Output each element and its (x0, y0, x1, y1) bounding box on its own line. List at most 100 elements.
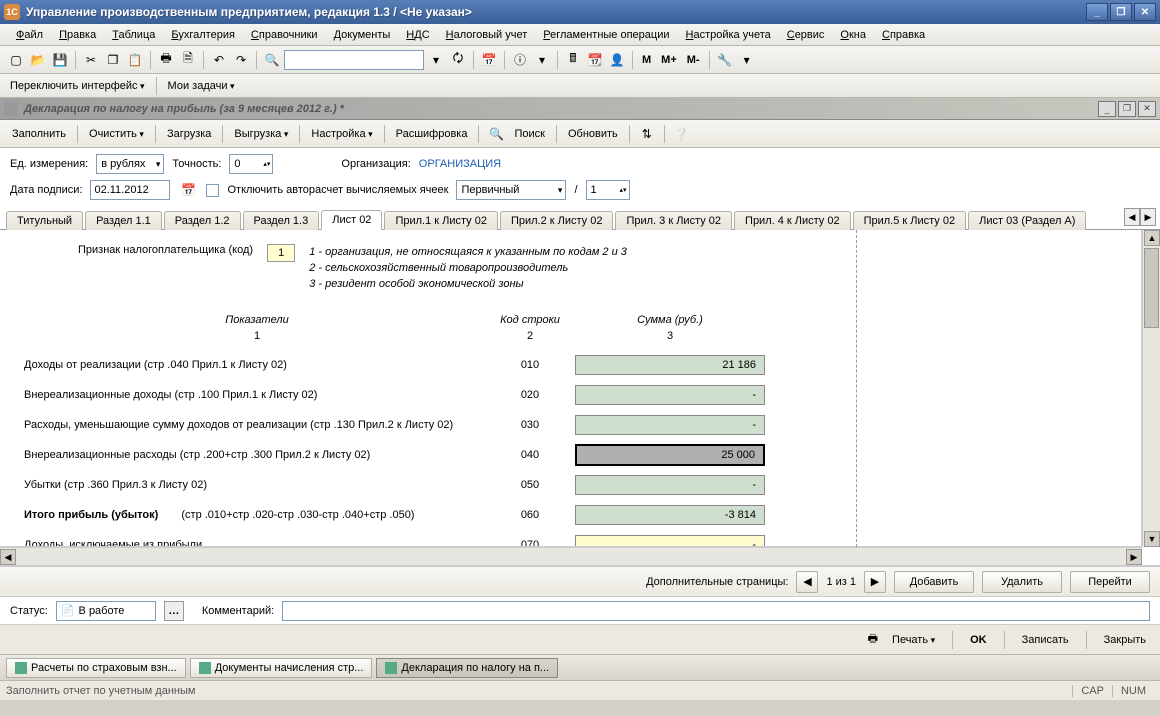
unit-select[interactable]: в рублях (96, 154, 164, 174)
refresh-icon[interactable]: 🗘 (448, 50, 468, 70)
date-icon[interactable]: 📆 (585, 50, 605, 70)
primary-select[interactable]: Первичный (456, 180, 566, 200)
correction-no-spinner[interactable]: 1 (586, 180, 630, 200)
menu-routine[interactable]: Регламентные операции (535, 26, 677, 44)
value-cell[interactable]: - (575, 475, 765, 495)
doc-close-button[interactable]: ✕ (1138, 101, 1156, 117)
tab-app1-sheet02[interactable]: Прил.1 к Листу 02 (384, 211, 498, 230)
unload-button[interactable]: Выгрузка (230, 126, 292, 142)
save-icon[interactable]: 💾 (50, 50, 70, 70)
my-tasks-button[interactable]: Мои задачи (164, 78, 239, 94)
calendar-icon[interactable]: 📅 (479, 50, 499, 70)
scroll-left-button[interactable]: ◀ (0, 549, 16, 565)
pager-next-button[interactable]: ▶ (864, 571, 886, 593)
menu-service[interactable]: Сервис (779, 26, 833, 44)
load-button[interactable]: Загрузка (163, 126, 215, 142)
task-tax-declaration[interactable]: Декларация по налогу на п... (376, 658, 558, 678)
tab-title-page[interactable]: Титульный (6, 211, 83, 230)
user-icon[interactable]: 👤 (607, 50, 627, 70)
disable-calc-checkbox[interactable] (206, 184, 219, 197)
new-icon[interactable]: ▢ (6, 50, 26, 70)
clear-button[interactable]: Очистить (85, 126, 148, 142)
task-accrual-docs[interactable]: Документы начисления стр... (190, 658, 373, 678)
menu-accounting[interactable]: Бухгалтерия (163, 26, 243, 44)
pager-prev-button[interactable]: ◀ (796, 571, 818, 593)
date-picker-icon[interactable]: 📅 (178, 180, 198, 200)
search-next-icon[interactable]: ▾ (426, 50, 446, 70)
tab-section-1-1[interactable]: Раздел 1.1 (85, 211, 162, 230)
goto-page-button[interactable]: Перейти (1070, 571, 1150, 593)
scroll-up-button[interactable]: ▲ (1144, 230, 1160, 246)
menu-edit[interactable]: Правка (51, 26, 104, 44)
horizontal-scrollbar[interactable]: ◀ ▶ (0, 547, 1142, 565)
switch-interface-button[interactable]: Переключить интерфейс (6, 78, 149, 94)
search-icon[interactable]: 🔍 (262, 50, 282, 70)
tab-app4-sheet02[interactable]: Прил. 4 к Листу 02 (734, 211, 851, 230)
organization-link[interactable]: ОРГАНИЗАЦИЯ (419, 158, 501, 170)
memory-m-button[interactable]: M (638, 54, 655, 66)
taxpayer-sign-code[interactable]: 1 (267, 244, 295, 262)
paste-icon[interactable]: 📋 (125, 50, 145, 70)
value-cell[interactable]: 21 186 (575, 355, 765, 375)
help-icon[interactable]: ❔ (672, 124, 692, 144)
value-cell[interactable]: - (575, 535, 765, 547)
tab-scroll-left-button[interactable]: ◀ (1124, 208, 1140, 226)
redo-icon[interactable]: ↷ (231, 50, 251, 70)
vertical-scrollbar[interactable]: ▲ ▼ (1142, 230, 1160, 547)
menu-nds[interactable]: НДС (398, 26, 437, 44)
comment-input[interactable] (282, 601, 1150, 621)
undo-icon[interactable]: ↶ (209, 50, 229, 70)
search-input[interactable] (284, 50, 424, 70)
doc-maximize-button[interactable]: ❐ (1118, 101, 1136, 117)
date-input[interactable]: 02.11.2012 (90, 180, 170, 200)
minimize-button[interactable]: _ (1086, 3, 1108, 21)
close-doc-button[interactable]: Закрыть (1100, 632, 1150, 648)
fill-button[interactable]: Заполнить (8, 126, 70, 142)
info-dd-icon[interactable]: ▾ (532, 50, 552, 70)
menu-windows[interactable]: Окна (832, 26, 874, 44)
add-page-button[interactable]: Добавить (894, 571, 974, 593)
status-picker-button[interactable]: … (164, 601, 184, 621)
tools-icon[interactable]: 🔧 (715, 50, 735, 70)
refresh-button[interactable]: Обновить (564, 126, 622, 142)
decode-button[interactable]: Расшифровка (392, 126, 472, 142)
preview-icon[interactable]: 🗎 (178, 50, 198, 70)
print-icon[interactable]: 🖶 (156, 50, 176, 70)
print-button[interactable]: Печать (888, 632, 939, 648)
menu-table[interactable]: Таблица (104, 26, 163, 44)
menu-documents[interactable]: Документы (326, 26, 399, 44)
delete-page-button[interactable]: Удалить (982, 571, 1062, 593)
tools-dd-icon[interactable]: ▾ (737, 50, 757, 70)
menu-file[interactable]: Файл (8, 26, 51, 44)
menu-catalogs[interactable]: Справочники (243, 26, 326, 44)
tab-app3-sheet02[interactable]: Прил. 3 к Листу 02 (615, 211, 732, 230)
cut-icon[interactable]: ✂ (81, 50, 101, 70)
sort-icon[interactable]: ⇅ (637, 124, 657, 144)
maximize-button[interactable]: ❐ (1110, 3, 1132, 21)
scroll-right-button[interactable]: ▶ (1126, 549, 1142, 565)
tab-section-1-3[interactable]: Раздел 1.3 (243, 211, 320, 230)
status-value-box[interactable]: 📄 В работе (56, 601, 156, 621)
ok-button[interactable]: OK (966, 632, 991, 648)
value-cell[interactable]: - (575, 385, 765, 405)
setup-button[interactable]: Настройка (307, 126, 376, 142)
tab-app2-sheet02[interactable]: Прил.2 к Листу 02 (500, 211, 614, 230)
value-cell[interactable]: -3 814 (575, 505, 765, 525)
value-cell[interactable]: 25 000 (575, 444, 765, 466)
action-search-icon[interactable]: 🔍 (486, 124, 506, 144)
close-button[interactable]: ✕ (1134, 3, 1156, 21)
tab-scroll-right-button[interactable]: ▶ (1140, 208, 1156, 226)
tab-app5-sheet02[interactable]: Прил.5 к Листу 02 (853, 211, 967, 230)
task-insurance[interactable]: Расчеты по страховым взн... (6, 658, 186, 678)
tab-sheet-02[interactable]: Лист 02 (321, 210, 382, 230)
scroll-thumb[interactable] (1144, 248, 1159, 328)
scroll-down-button[interactable]: ▼ (1144, 531, 1160, 547)
menu-tax[interactable]: Налоговый учет (438, 26, 536, 44)
value-cell[interactable]: - (575, 415, 765, 435)
copy-icon[interactable]: ❐ (103, 50, 123, 70)
menu-settings[interactable]: Настройка учета (678, 26, 779, 44)
search-button[interactable]: Поиск (510, 126, 548, 142)
open-icon[interactable]: 📂 (28, 50, 48, 70)
doc-minimize-button[interactable]: _ (1098, 101, 1116, 117)
prec-spinner[interactable]: 0 (229, 154, 273, 174)
